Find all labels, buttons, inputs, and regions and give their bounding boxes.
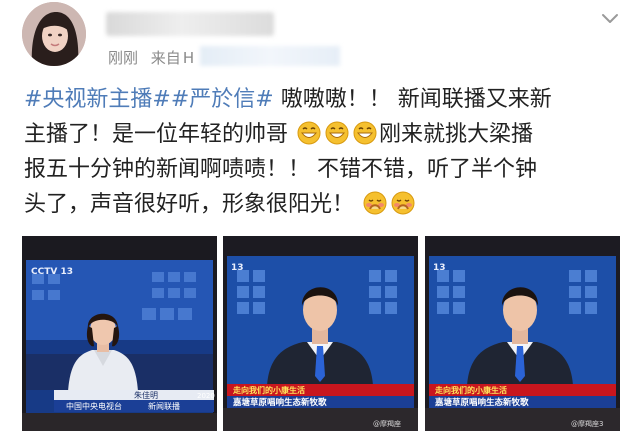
post-text-segment: 主播了！是一位年轻的帅哥 xyxy=(24,122,289,147)
lower-third-program: 新闻联播 xyxy=(148,401,180,411)
lower-third-station: 中国中央电视台 xyxy=(66,401,122,411)
banner-bottom: 嘉塘草原唱响生态新牧歌 xyxy=(232,397,327,408)
post-text-segment: 嗷嗷嗷！！ 新闻联播又来新 xyxy=(273,87,552,112)
post-source-visible[interactable]: H xyxy=(183,49,194,67)
blush-emoji-icon xyxy=(363,191,387,215)
post-line-2: 主播了！是一位年轻的帅哥 刚来就挑大梁播 xyxy=(24,117,620,152)
post-text-segment: 刚来就挑大梁播 xyxy=(379,122,534,147)
grin-emoji-icon xyxy=(353,121,377,145)
hashtag-link[interactable]: #央视新主播# xyxy=(24,87,171,112)
avatar[interactable] xyxy=(22,2,86,66)
blush-emoji-icon xyxy=(391,191,415,215)
source-blurred[interactable] xyxy=(200,46,340,66)
lower-third-year: 2020 xyxy=(197,392,215,400)
post-meta: 刚刚 来自 H xyxy=(108,47,202,68)
post-image-1[interactable]: CCTV 13 朱佳明 中国中央电视台 新闻联播 2020 xyxy=(22,236,217,431)
watermark: @摩羯座3 xyxy=(571,419,603,428)
banner-bottom: 嘉塘草原唱响生态新牧歌 xyxy=(434,397,529,408)
svg-text:CCTV 13: CCTV 13 xyxy=(31,267,73,277)
grin-emoji-icon xyxy=(297,121,321,145)
username-blurred[interactable] xyxy=(106,12,274,36)
post-line-1: #央视新主播##严於信# 嗷嗷嗷！！ 新闻联播又来新 xyxy=(24,82,620,117)
hashtag-link[interactable]: #严於信# xyxy=(171,87,274,112)
grin-emoji-icon xyxy=(325,121,349,145)
channel-logo: 13 xyxy=(433,263,446,273)
chevron-down-icon[interactable] xyxy=(599,8,621,30)
post-line-3: 报五十分钟的新闻啊啧啧！！ 不错不错，听了半个钟 xyxy=(24,157,537,182)
post-text: #央视新主播##严於信# 嗷嗷嗷！！ 新闻联播又来新 主播了！是一位年轻的帅哥 … xyxy=(24,82,620,222)
post-time: 刚刚 xyxy=(108,49,139,67)
post-line-4: 头了，声音很好听，形象很阳光！ xyxy=(24,187,620,222)
post-image-3[interactable]: 13 走向我们的小康生活 嘉塘草原唱响生态新牧歌 @摩羯座3 xyxy=(425,236,620,431)
banner-top: 走向我们的小康生活 xyxy=(434,385,507,395)
watermark: @摩羯座 xyxy=(373,419,401,428)
channel-logo: 13 xyxy=(231,263,244,273)
post-text-segment: 头了，声音很好听，形象很阳光！ xyxy=(24,192,355,217)
post-source-prefix: 来自 xyxy=(150,49,181,67)
banner-top: 走向我们的小康生活 xyxy=(232,385,305,395)
post-image-2[interactable]: 13 走向我们的小康生活 嘉塘草原唱响生态新牧歌 @摩羯座 xyxy=(223,236,418,431)
lower-third-name: 朱佳明 xyxy=(134,390,158,400)
